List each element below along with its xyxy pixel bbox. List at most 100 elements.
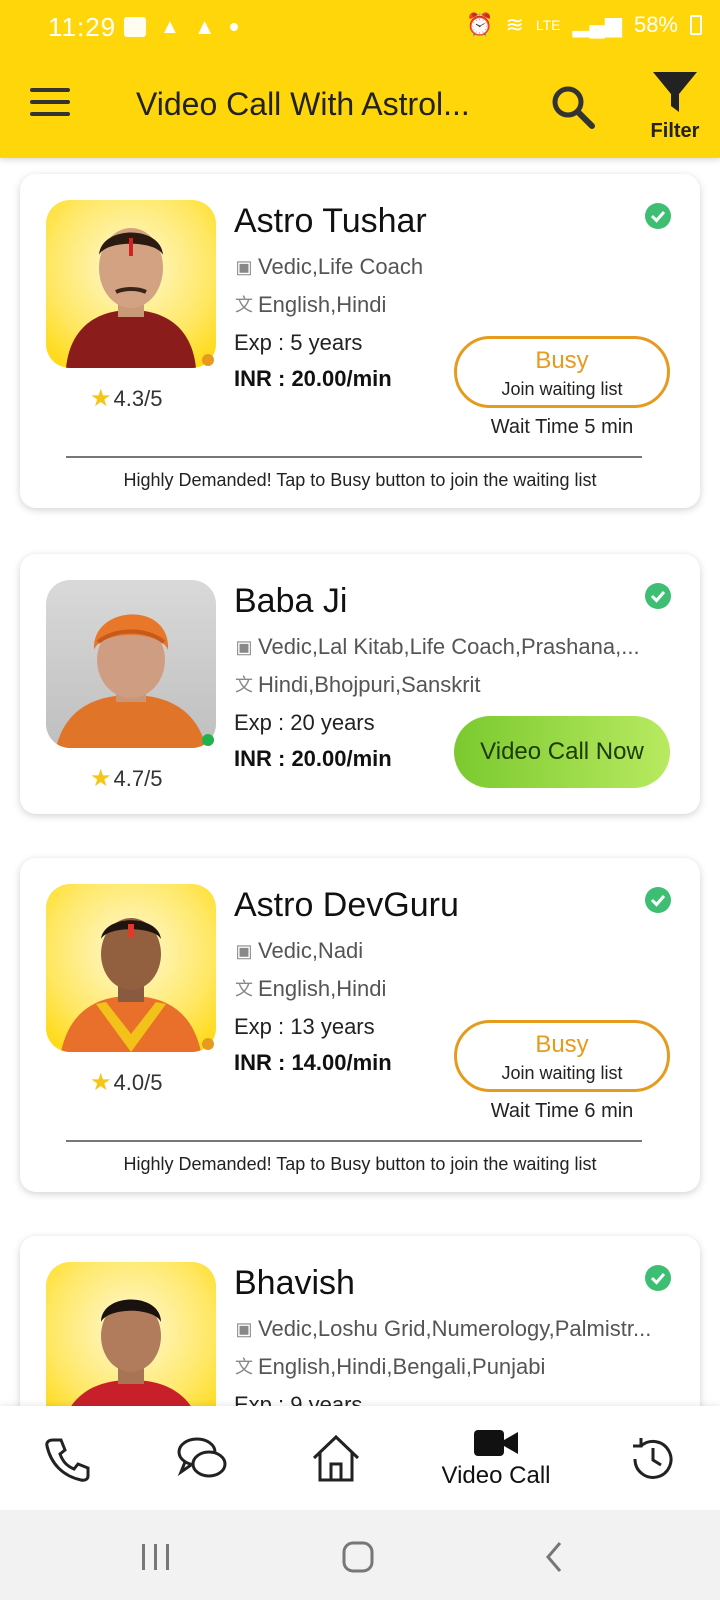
price: INR : 14.00/min [234, 1050, 392, 1075]
experience: Exp : 13 years [234, 1014, 375, 1039]
menu-button[interactable] [30, 88, 70, 122]
battery-percent: 58% [633, 12, 678, 37]
app-bar: Video Call With Astrol... Filter [0, 62, 720, 152]
busy-join-waiting-button[interactable]: Busy Join waiting list [454, 336, 670, 408]
star-icon: ★ [90, 1069, 112, 1096]
astrologer-name: Astro DevGuru [234, 886, 459, 924]
skills: Vedic,Loshu Grid,Numerology,Palmistr... [258, 1316, 652, 1341]
status-bar: 11:29 ▲ ▲ ⏰ ≋ LTE ▂▄▆ 58% [0, 0, 720, 52]
notification-icons: ▲ ▲ [124, 14, 238, 40]
demand-notice: Highly Demanded! Tap to Busy button to j… [123, 470, 597, 490]
book-icon: ▣ [235, 257, 253, 277]
rating: ★ 4.3/5 [90, 384, 162, 413]
nav-history[interactable] [612, 1426, 692, 1496]
person-photo [70, 1299, 192, 1408]
skills: Vedic,Lal Kitab,Life Coach,Prashana,... [258, 634, 640, 659]
avatar [46, 580, 216, 748]
astrologer-card[interactable]: ★ 4.0/5 Astro DevGuru ▣ Vedic,Nadi 文 Eng… [20, 858, 700, 1192]
home-circle-icon [342, 1541, 374, 1573]
rating: ★ 4.0/5 [90, 1068, 162, 1097]
languages: English,Hindi [258, 292, 387, 317]
astrologer-card[interactable]: ★ 4.3/5 Astro Tushar ▣ Vedic,Life Coach … [20, 174, 700, 508]
book-icon: ▣ [235, 941, 253, 961]
nav-home[interactable] [296, 1426, 376, 1496]
alarm-icon: ⏰ [466, 12, 494, 37]
star-icon: ★ [90, 765, 112, 792]
recent-apps-icon [142, 1544, 169, 1570]
app-notification-icon-2: ▲ [193, 14, 216, 39]
filter-button[interactable]: Filter [640, 70, 710, 144]
wifi-icon: ≋ [505, 12, 524, 37]
star-icon: ★ [90, 385, 112, 412]
lte-icon: LTE [535, 17, 561, 33]
nav-chat[interactable] [162, 1426, 242, 1496]
translate-icon: 文 [235, 675, 253, 695]
skills: Vedic,Life Coach [258, 254, 424, 279]
astrologer-card[interactable]: ★ 4.7/5 Baba Ji ▣ Vedic,Lal Kitab,Life C… [20, 554, 700, 814]
system-navigation-bar [0, 1510, 720, 1600]
experience: Exp : 20 years [234, 710, 375, 735]
rating-value: 4.0/5 [113, 1069, 163, 1095]
busy-label: Busy [535, 1031, 589, 1058]
skills: Vedic,Nadi [258, 938, 364, 963]
back-icon [546, 1542, 562, 1572]
skills-row: ▣ Vedic,Loshu Grid,Numerology,Palmistr..… [234, 1316, 664, 1342]
home-system-button[interactable] [338, 1540, 378, 1574]
video-call-icon [474, 1430, 518, 1456]
avatar [46, 884, 216, 1052]
nav-call[interactable] [28, 1426, 108, 1496]
busy-status-dot [202, 1038, 214, 1050]
verified-badge-icon [645, 887, 671, 913]
person-photo [66, 228, 196, 368]
rating-value: 4.3/5 [113, 385, 163, 411]
book-icon: ▣ [235, 637, 253, 657]
languages: English,Hindi,Bengali,Punjabi [258, 1354, 546, 1379]
recent-apps-button[interactable] [136, 1540, 176, 1574]
video-call-now-button[interactable]: Video Call Now [454, 716, 670, 788]
verified-badge-icon [645, 203, 671, 229]
translate-icon: 文 [235, 295, 253, 315]
page-title: Video Call With Astrol... [136, 86, 470, 122]
languages: Hindi,Bhojpuri,Sanskrit [258, 672, 481, 697]
verified-badge-icon [645, 583, 671, 609]
experience: Exp : 5 years [234, 330, 363, 355]
rating-value: 4.7/5 [113, 765, 163, 791]
divider [66, 1140, 642, 1142]
hamburger-line [30, 112, 70, 116]
back-button[interactable] [536, 1540, 576, 1574]
avatar [46, 200, 216, 368]
system-icons: ⏰ ≋ LTE ▂▄▆ 58% [466, 12, 702, 38]
history-icon [633, 1438, 673, 1479]
battery-icon [690, 15, 702, 35]
person-photo [56, 614, 206, 748]
person-photo [61, 918, 201, 1052]
busy-status-dot [202, 354, 214, 366]
gallery-icon [124, 17, 146, 37]
astrologer-list[interactable]: ★ 4.3/5 Astro Tushar ▣ Vedic,Life Coach … [0, 158, 720, 1408]
skills-row: ▣ Vedic,Nadi [234, 938, 664, 964]
hamburger-line [30, 88, 70, 92]
busy-join-waiting-button[interactable]: Busy Join waiting list [454, 1020, 670, 1092]
demand-notice: Highly Demanded! Tap to Busy button to j… [123, 1154, 597, 1174]
languages: English,Hindi [258, 976, 387, 1001]
nav-video-call[interactable]: Video Call [426, 1426, 566, 1496]
call-icon [45, 1438, 90, 1482]
translate-icon: 文 [235, 979, 253, 999]
translate-icon: 文 [235, 1357, 253, 1377]
wait-time: Wait Time 5 min [490, 416, 634, 438]
astrologer-card[interactable]: Bhavish ▣ Vedic,Loshu Grid,Numerology,Pa… [20, 1236, 700, 1408]
languages-row: 文 English,Hindi [234, 292, 664, 318]
astrologer-name: Baba Ji [234, 582, 348, 620]
top-bar: 11:29 ▲ ▲ ⏰ ≋ LTE ▂▄▆ 58% Video Call Wit… [0, 0, 720, 158]
join-waiting-label: Join waiting list [501, 379, 623, 399]
rating: ★ 4.7/5 [90, 764, 162, 793]
price: INR : 20.00/min [234, 366, 392, 391]
price: INR : 20.00/min [234, 746, 392, 771]
search-button[interactable] [548, 82, 596, 130]
chat-icon [177, 1437, 227, 1478]
avatar [46, 1262, 216, 1408]
verified-badge-icon [645, 1265, 671, 1291]
signal-icon: ▂▄▆ [572, 12, 622, 37]
busy-label: Busy [535, 347, 589, 374]
more-notifications-icon [229, 23, 238, 31]
